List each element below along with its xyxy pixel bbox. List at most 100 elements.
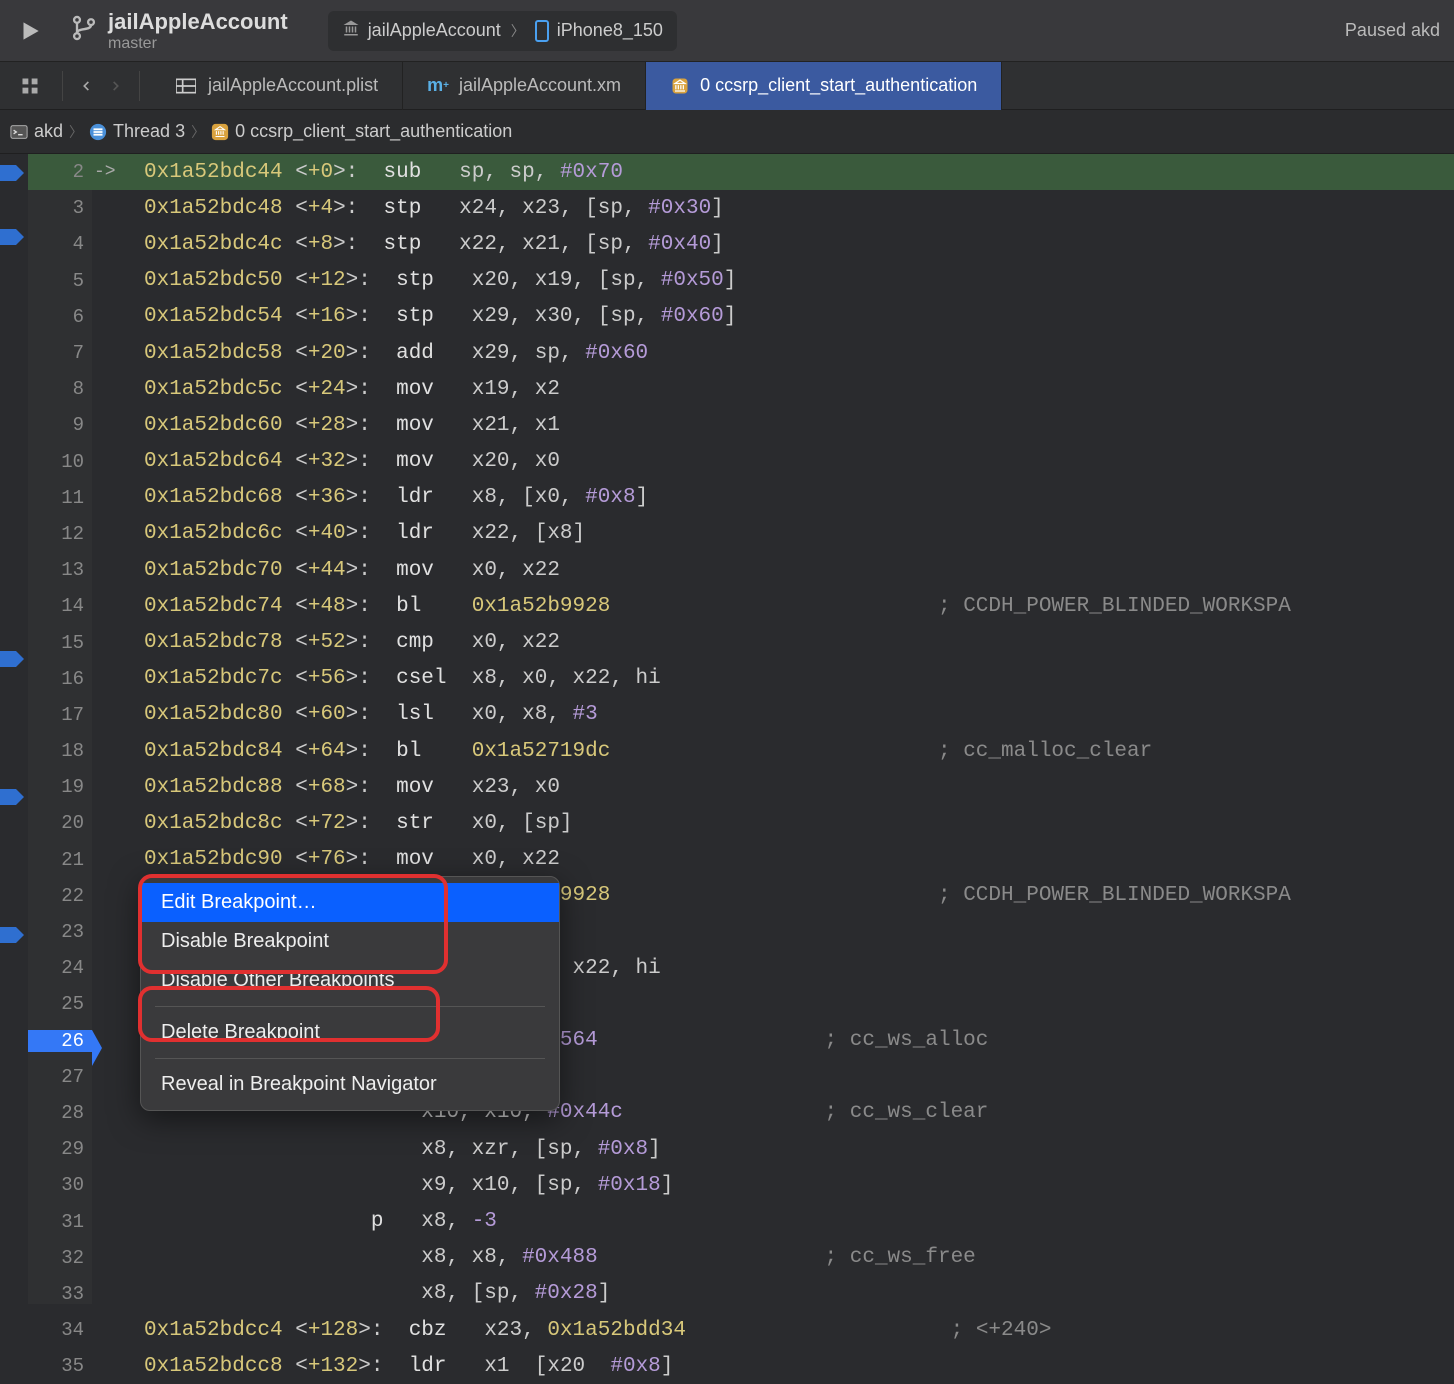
- code-line[interactable]: 29 x8, xzr, [sp, #0x8]: [94, 1131, 1454, 1167]
- code-line[interactable]: 2->0x1a52bdc44 <+0>: sub sp, sp, #0x70: [94, 154, 1454, 190]
- code-line[interactable]: 70x1a52bdc58 <+20>: add x29, sp, #0x60: [94, 335, 1454, 371]
- line-number[interactable]: 5: [28, 270, 84, 292]
- menu-separator: [155, 1006, 545, 1007]
- line-number[interactable]: 20: [28, 812, 84, 834]
- project-name: jailAppleAccount: [108, 9, 288, 35]
- line-number[interactable]: 30: [28, 1174, 84, 1196]
- breakpoint-marker[interactable]: [0, 162, 24, 184]
- line-number[interactable]: 34: [28, 1319, 84, 1341]
- code-line[interactable]: 210x1a52bdc90 <+76>: mov x0, x22: [94, 842, 1454, 878]
- tab-plist[interactable]: jailAppleAccount.plist: [152, 62, 403, 110]
- code-line[interactable]: 80x1a52bdc5c <+24>: mov x19, x2: [94, 371, 1454, 407]
- line-number[interactable]: 14: [28, 595, 84, 617]
- breakpoint-marker[interactable]: [0, 648, 24, 670]
- line-number[interactable]: 3: [28, 197, 84, 219]
- line-number[interactable]: 4: [28, 233, 84, 255]
- line-number[interactable]: 9: [28, 414, 84, 436]
- code-line[interactable]: 350x1a52bdcc8 <+132>: ldr x1 [x20 #0x8]: [94, 1348, 1454, 1384]
- run-button[interactable]: [10, 11, 50, 51]
- project-branch-section[interactable]: jailAppleAccount master: [70, 9, 288, 53]
- instruction: 0x1a52bdc4c <+8>: stp x22, x21, [sp, #0x…: [94, 233, 724, 256]
- code-line[interactable]: 40x1a52bdc4c <+8>: stp x22, x21, [sp, #0…: [94, 226, 1454, 262]
- menu-edit-breakpoint[interactable]: Edit Breakpoint…: [141, 883, 559, 922]
- line-number[interactable]: 15: [28, 632, 84, 654]
- code-line[interactable]: 100x1a52bdc64 <+32>: mov x20, x0: [94, 444, 1454, 480]
- instruction: 0x1a52bdc88 <+68>: mov x23, x0: [94, 776, 560, 799]
- code-line[interactable]: 180x1a52bdc84 <+64>: bl 0x1a52719dc ; cc…: [94, 733, 1454, 769]
- breadcrumb-frame[interactable]: 0 ccsrp_client_start_authentication: [211, 121, 512, 142]
- breakpoint-gutter[interactable]: [0, 154, 28, 1304]
- breakpoint-marker[interactable]: [0, 924, 24, 946]
- line-number[interactable]: 10: [28, 451, 84, 473]
- line-number[interactable]: 8: [28, 378, 84, 400]
- line-number[interactable]: 27: [28, 1066, 84, 1088]
- nav-back-button[interactable]: [71, 71, 101, 101]
- symbol-icon: [670, 76, 690, 96]
- line-number[interactable]: 6: [28, 306, 84, 328]
- breakpoint-marker[interactable]: [0, 786, 24, 808]
- line-number[interactable]: 2: [28, 161, 84, 183]
- code-line[interactable]: 110x1a52bdc68 <+36>: ldr x8, [x0, #0x8]: [94, 480, 1454, 516]
- code-line[interactable]: 340x1a52bdcc4 <+128>: cbz x23, 0x1a52bdd…: [94, 1312, 1454, 1348]
- menu-delete-breakpoint[interactable]: Delete Breakpoint: [141, 1013, 559, 1052]
- code-line[interactable]: 33 x8, [sp, #0x28]: [94, 1276, 1454, 1312]
- code-line[interactable]: 150x1a52bdc78 <+52>: cmp x0, x22: [94, 624, 1454, 660]
- nav-forward-button[interactable]: [101, 71, 131, 101]
- line-number[interactable]: 7: [28, 342, 84, 364]
- line-number[interactable]: 17: [28, 704, 84, 726]
- instruction: p x8, -3: [94, 1210, 497, 1233]
- code-line[interactable]: 31 p x8, -3: [94, 1203, 1454, 1239]
- breadcrumb-process[interactable]: akd: [10, 121, 63, 142]
- code-line[interactable]: 30x1a52bdc48 <+4>: stp x24, x23, [sp, #0…: [94, 190, 1454, 226]
- line-number[interactable]: 18: [28, 740, 84, 762]
- line-number[interactable]: 31: [28, 1211, 84, 1233]
- code-line[interactable]: 140x1a52bdc74 <+48>: bl 0x1a52b9928 ; CC…: [94, 588, 1454, 624]
- line-number[interactable]: 28: [28, 1102, 84, 1124]
- code-line[interactable]: 120x1a52bdc6c <+40>: ldr x22, [x8]: [94, 516, 1454, 552]
- code-line[interactable]: 160x1a52bdc7c <+56>: csel x8, x0, x22, h…: [94, 661, 1454, 697]
- line-number[interactable]: 33: [28, 1283, 84, 1305]
- instruction: 0x1a52bdc84 <+64>: bl 0x1a52719dc ; cc_m…: [94, 740, 1152, 763]
- scheme-selector[interactable]: jailAppleAccount 〉 iPhone8_150: [328, 11, 677, 51]
- instruction: 0x1a52bdc6c <+40>: ldr x22, [x8]: [94, 522, 585, 545]
- code-line[interactable]: 190x1a52bdc88 <+68>: mov x23, x0: [94, 769, 1454, 805]
- code-line[interactable]: 90x1a52bdc60 <+28>: mov x21, x1: [94, 407, 1454, 443]
- top-toolbar: jailAppleAccount master jailAppleAccount…: [0, 0, 1454, 62]
- line-number[interactable]: 29: [28, 1138, 84, 1160]
- line-number[interactable]: 11: [28, 487, 84, 509]
- code-line[interactable]: 200x1a52bdc8c <+72>: str x0, [sp]: [94, 805, 1454, 841]
- code-line[interactable]: 30 x9, x10, [sp, #0x18]: [94, 1167, 1454, 1203]
- line-number[interactable]: 16: [28, 668, 84, 690]
- code-line[interactable]: 50x1a52bdc50 <+12>: stp x20, x19, [sp, #…: [94, 263, 1454, 299]
- instruction: 0x1a52bdcc4 <+128>: cbz x23, 0x1a52bdd34…: [94, 1319, 1051, 1342]
- code-line[interactable]: 170x1a52bdc80 <+60>: lsl x0, x8, #3: [94, 697, 1454, 733]
- line-number[interactable]: 21: [28, 849, 84, 871]
- related-items-button[interactable]: [10, 66, 50, 106]
- tab-disassembly[interactable]: 0 ccsrp_client_start_authentication: [646, 62, 1002, 110]
- code-line[interactable]: 60x1a52bdc54 <+16>: stp x29, x30, [sp, #…: [94, 299, 1454, 335]
- line-number[interactable]: 13: [28, 559, 84, 581]
- disassembly-view[interactable]: ≡ Thread 3 2->0x1a52bdc44 <+0>: sub sp, …: [28, 154, 1454, 1304]
- breadcrumb-thread[interactable]: Thread 3: [89, 121, 185, 142]
- line-number[interactable]: 35: [28, 1355, 84, 1377]
- line-number[interactable]: 23: [28, 921, 84, 943]
- breadcrumb-label: akd: [34, 121, 63, 142]
- code-line[interactable]: 32 x8, x8, #0x488 ; cc_ws_free: [94, 1240, 1454, 1276]
- code-line[interactable]: 130x1a52bdc70 <+44>: mov x0, x22: [94, 552, 1454, 588]
- breakpoint-marker[interactable]: [0, 226, 24, 248]
- tab-xm-file[interactable]: m+ jailAppleAccount.xm: [403, 62, 646, 110]
- menu-disable-other-breakpoints[interactable]: Disable Other Breakpoints: [141, 961, 559, 1000]
- breakpoint-context-menu: Edit Breakpoint… Disable Breakpoint Disa…: [140, 876, 560, 1111]
- line-number[interactable]: 12: [28, 523, 84, 545]
- line-number[interactable]: 32: [28, 1247, 84, 1269]
- device-name: iPhone8_150: [557, 20, 663, 41]
- line-number[interactable]: 19: [28, 776, 84, 798]
- menu-reveal-breakpoint[interactable]: Reveal in Breakpoint Navigator: [141, 1065, 559, 1104]
- line-number[interactable]: 22: [28, 885, 84, 907]
- menu-disable-breakpoint[interactable]: Disable Breakpoint: [141, 922, 559, 961]
- line-number[interactable]: 24: [28, 957, 84, 979]
- line-number[interactable]: 25: [28, 993, 84, 1015]
- editor-tabs: jailAppleAccount.plist m+ jailAppleAccou…: [0, 62, 1454, 110]
- line-number[interactable]: 26: [28, 1030, 92, 1052]
- tab-label: 0 ccsrp_client_start_authentication: [700, 75, 977, 96]
